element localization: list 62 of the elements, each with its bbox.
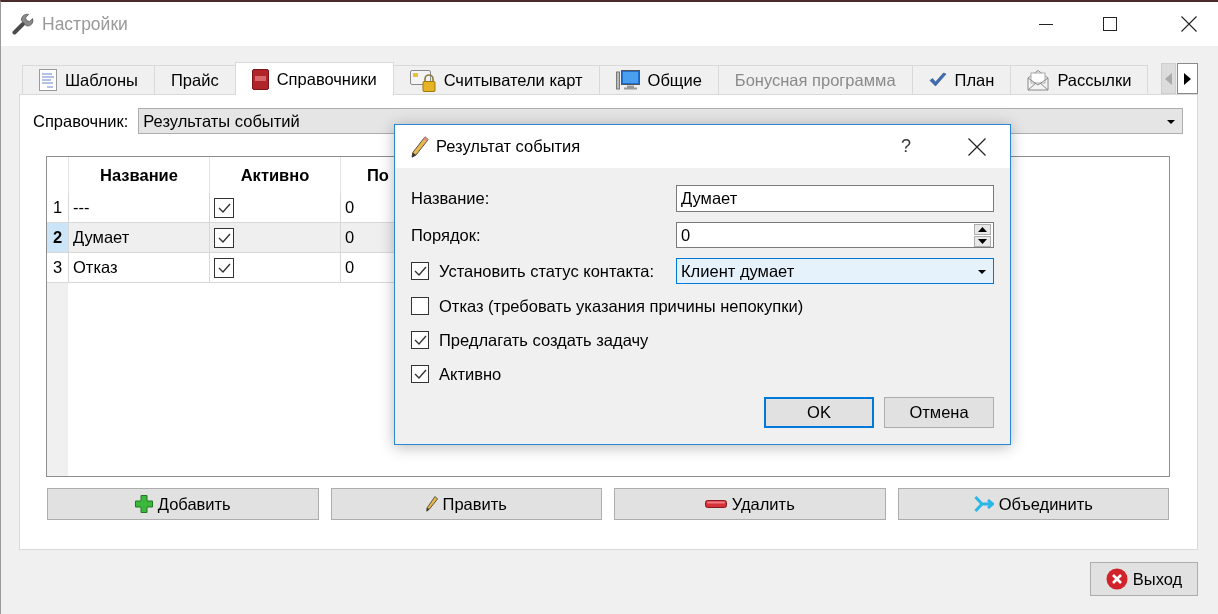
close-icon [968,137,986,156]
checkbox[interactable] [214,257,234,278]
tab[interactable]: Справочники [234,62,394,95]
checkbox-label[interactable]: Установить статус контакта: [439,261,655,281]
delete-button[interactable]: Удалить [614,488,886,520]
minus-icon [704,500,727,508]
field-label: Порядок: [411,225,482,245]
caret-up-icon [978,226,987,232]
checkbox[interactable] [214,227,234,248]
field-label: Название: [411,189,491,208]
merge-button[interactable]: Объединить [897,488,1169,520]
close-icon [1181,16,1197,32]
checkbox[interactable] [411,331,429,349]
directory-label: Справочник: [33,111,129,131]
caret-down-icon [978,270,986,274]
edit-button[interactable]: Править [330,488,602,520]
dialog-title: Результат события [436,137,581,156]
merge-arrow-icon [973,495,994,513]
wrench-icon [12,13,34,35]
window-title: Настройки [42,13,128,35]
pencil-icon [425,496,438,512]
help-button[interactable]: ? [891,131,921,162]
checkbox-label[interactable]: Отказ (требовать указания причины непокупки) [439,296,804,316]
caret-right-icon [1184,72,1191,85]
caret-down-icon [1167,120,1175,124]
close-circle-icon [1105,568,1128,590]
exit-button[interactable]: Выход [1090,562,1198,596]
envelope-icon [1027,69,1050,91]
card-lock-icon [409,68,436,92]
row-number[interactable]: 2 [47,223,68,253]
status-combo[interactable]: Клиент думает [676,258,994,284]
checkmark-icon [928,72,947,88]
plus-icon [134,495,153,513]
tab[interactable]: Шаблоны [22,65,155,94]
pencil-icon [411,135,429,158]
scroll-right-button[interactable] [1177,63,1198,94]
spin-field[interactable]: 0 [676,222,994,248]
checkbox[interactable] [411,262,429,280]
minimize-icon [1039,23,1053,25]
table-cell: Отказ [68,253,209,283]
text-field[interactable]: Думает [676,185,994,212]
checkbox-label[interactable]: Активно [439,364,502,384]
column-header[interactable]: Активно [209,157,340,193]
checkbox-label[interactable]: Предлагать создать задачу [439,330,649,350]
add-button[interactable]: Добавить [47,488,319,520]
column-header[interactable]: Название [68,157,209,193]
maximize-icon [1103,17,1117,31]
table-cell: Думает [68,223,209,253]
checkbox[interactable] [411,365,429,383]
ok-button[interactable]: OK [764,397,874,428]
cancel-button[interactable]: Отмена [884,397,994,428]
checkbox[interactable] [214,197,234,218]
spin-up-button[interactable] [974,223,991,235]
tab[interactable]: Рассылки [1010,65,1149,94]
caret-left-icon [1165,72,1172,85]
document-icon [39,69,57,91]
monitor-icon [615,70,640,90]
book-icon [251,68,269,90]
checkbox[interactable] [411,297,429,315]
spin-down-button[interactable] [974,235,991,247]
tab[interactable]: Считыватели карт [392,65,600,94]
caret-down-icon [978,238,987,244]
